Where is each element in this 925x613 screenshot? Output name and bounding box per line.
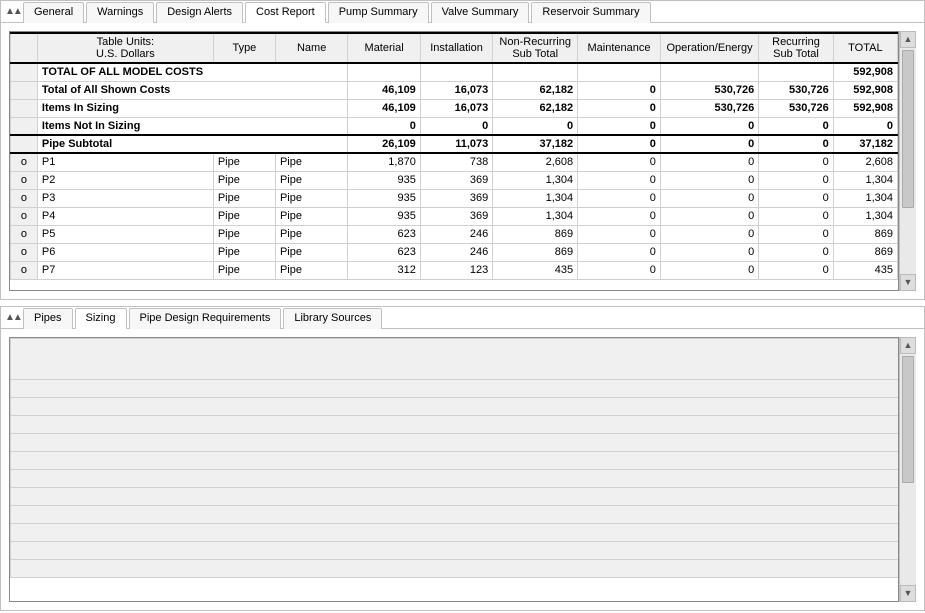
- scroll-down-icon[interactable]: ▼: [900, 585, 916, 602]
- sizing-grid[interactable]: PipeNameSized - MaterialSized - Nominal …: [9, 337, 899, 602]
- table-row[interactable]: oP7PipePipe312123435000435: [11, 261, 898, 279]
- table-row[interactable]: oP4PipePipe9353691,3040001,304: [11, 207, 898, 225]
- table-row[interactable]: 3PipeSteel - ANSI12 inchschedule 4011.93…: [11, 416, 900, 434]
- table-row[interactable]: 10PipeSteel - ANSI12 inchschedule 4011.9…: [11, 542, 900, 560]
- table-row[interactable]: 7PipeSteel - ANSI12 inchschedule 4011.93…: [11, 488, 900, 506]
- tab-design-alerts[interactable]: Design Alerts: [156, 2, 243, 23]
- table-row[interactable]: oP5PipePipe623246869000869: [11, 225, 898, 243]
- col-header[interactable]: Non-Recurring Sub Total: [493, 33, 578, 63]
- scroll-up-icon[interactable]: ▲: [900, 337, 916, 354]
- vertical-scrollbar[interactable]: ▲ ▼: [899, 337, 916, 602]
- table-row[interactable]: 8PipeSteel - ANSI12 inchschedule 4011.93…: [11, 506, 900, 524]
- summary-row[interactable]: TOTAL OF ALL MODEL COSTS592,908: [11, 63, 898, 81]
- table-row[interactable]: oP2PipePipe9353691,3040001,304: [11, 171, 898, 189]
- summary-row[interactable]: Pipe Subtotal26,10911,07337,18200037,182: [11, 135, 898, 153]
- col-header[interactable]: TOTAL: [833, 33, 897, 63]
- vertical-scrollbar[interactable]: ▲ ▼: [899, 31, 916, 291]
- tab-cost-report[interactable]: Cost Report: [245, 2, 326, 23]
- cost-report-grid[interactable]: Table Units: U.S. DollarsTypeNameMateria…: [9, 31, 899, 291]
- top-tabstrip: ▲▲ GeneralWarningsDesign AlertsCost Repo…: [1, 1, 924, 23]
- col-header[interactable]: Recurring Sub Total: [759, 33, 834, 63]
- summary-row[interactable]: Total of All Shown Costs46,10916,07362,1…: [11, 81, 898, 99]
- col-header[interactable]: Material: [348, 33, 420, 63]
- tab-pump-summary[interactable]: Pump Summary: [328, 2, 429, 23]
- col-header[interactable]: Installation: [420, 33, 492, 63]
- tab-sizing[interactable]: Sizing: [75, 308, 127, 329]
- col-header[interactable]: Maintenance: [578, 33, 661, 63]
- scroll-down-icon[interactable]: ▼: [900, 274, 916, 291]
- table-units-header: Table Units: U.S. Dollars: [37, 33, 213, 63]
- tab-valve-summary[interactable]: Valve Summary: [431, 2, 530, 23]
- col-header[interactable]: Type: [213, 33, 275, 63]
- scroll-up-icon[interactable]: ▲: [900, 31, 916, 48]
- tab-general[interactable]: General: [23, 2, 84, 23]
- bottom-tabstrip: ▲▲ PipesSizingPipe Design RequirementsLi…: [1, 307, 924, 329]
- collapse-icon[interactable]: ▲▲: [5, 6, 19, 17]
- table-row[interactable]: 1PipeSteel - ANSI12 inchschedule 4011.93…: [11, 380, 900, 398]
- tab-library-sources[interactable]: Library Sources: [283, 308, 382, 329]
- table-row[interactable]: oP6PipePipe623246869000869: [11, 243, 898, 261]
- tab-pipes[interactable]: Pipes: [23, 308, 73, 329]
- table-row[interactable]: oP3PipePipe9353691,3040001,304: [11, 189, 898, 207]
- bottom-panel: ▲▲ PipesSizingPipe Design RequirementsLi…: [0, 306, 925, 611]
- tab-pipe-design-requirements[interactable]: Pipe Design Requirements: [129, 308, 282, 329]
- tab-warnings[interactable]: Warnings: [86, 2, 154, 23]
- tab-reservoir-summary[interactable]: Reservoir Summary: [531, 2, 650, 23]
- table-row[interactable]: 9PipeSteel - ANSI12 inchschedule 4011.93…: [11, 524, 900, 542]
- col-header[interactable]: Name: [275, 33, 347, 63]
- summary-row[interactable]: Items In Sizing46,10916,07362,1820530,72…: [11, 99, 898, 117]
- col-header[interactable]: Operation/Energy: [660, 33, 758, 63]
- top-panel: ▲▲ GeneralWarningsDesign AlertsCost Repo…: [0, 0, 925, 300]
- collapse-icon[interactable]: ▲▲: [5, 312, 19, 323]
- table-row[interactable]: 6PipeSteel - ANSI12 inchschedule 4011.93…: [11, 470, 900, 488]
- table-row[interactable]: 11PipeSteel - ANSI8 inchschedule 407.981: [11, 560, 900, 578]
- table-row[interactable]: 4PipeSteel - ANSI12 inchschedule 4011.93…: [11, 434, 900, 452]
- col-header[interactable]: Pipe: [11, 339, 900, 380]
- table-row[interactable]: 5PipeSteel - ANSI12 inchschedule 4011.93…: [11, 452, 900, 470]
- table-row[interactable]: oP1PipePipe1,8707382,6080002,608: [11, 153, 898, 171]
- table-row[interactable]: 2PipeSteel - ANSI12 inchschedule 4011.93…: [11, 398, 900, 416]
- summary-row[interactable]: Items Not In Sizing0000000: [11, 117, 898, 135]
